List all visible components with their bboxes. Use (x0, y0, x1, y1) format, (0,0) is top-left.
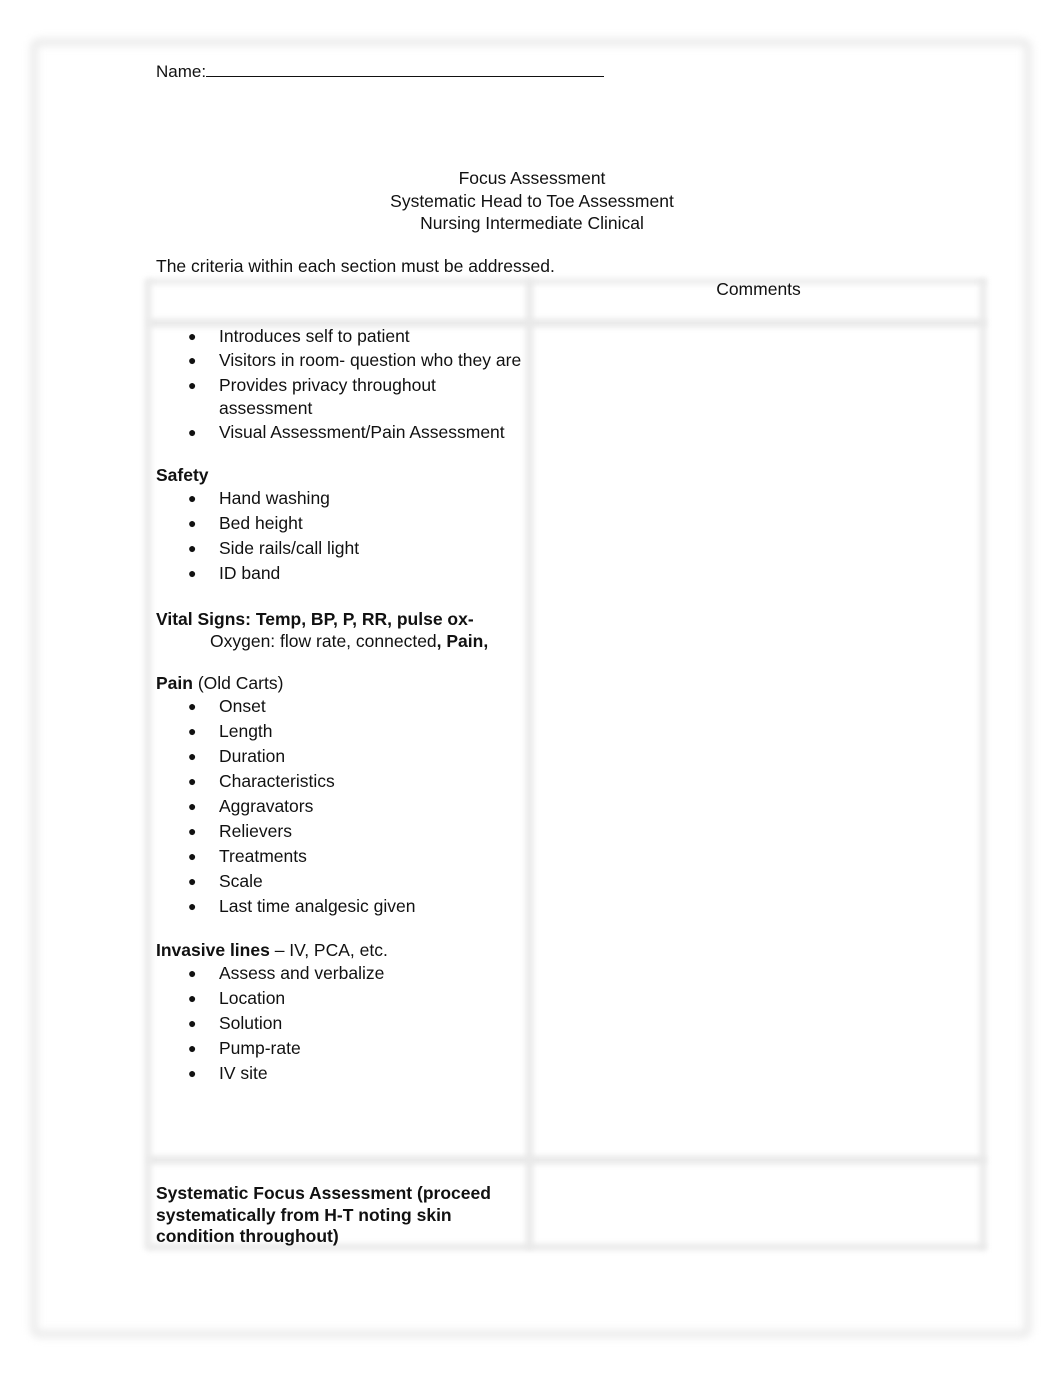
list-item: ● Aggravators (156, 794, 526, 818)
bullet-icon: ● (188, 352, 197, 369)
bullet-icon: ● (188, 328, 197, 344)
vital-signs-oxygen-text: Oxygen: flow rate, connected (210, 630, 437, 651)
list-item: ● Location (156, 986, 526, 1010)
instructions-text: The criteria within each section must be… (156, 256, 555, 276)
systematic-focus-assessment-heading: Systematic Focus Assessment (proceed sys… (156, 1183, 491, 1246)
list-item: ● Duration (156, 744, 526, 768)
document-title: Focus Assessment Systematic Head to Toe … (0, 167, 1062, 235)
comments-cell-row-2[interactable] (536, 1166, 978, 1242)
list-item: ● Visual Assessment/Pain Assessment (156, 421, 526, 445)
title-line-1: Focus Assessment (458, 168, 606, 188)
bullet-icon: ● (188, 697, 197, 714)
list-item: ● Treatments (156, 844, 526, 868)
list-item: ● Length (156, 719, 526, 743)
vital-signs-heading: Vital Signs: Temp, BP, P, RR, pulse ox- (156, 608, 474, 629)
list-item: ● Introduces self to patient (156, 325, 526, 349)
name-label: Name: (156, 62, 207, 81)
list-item: ● IV site (156, 1061, 526, 1085)
list-item: ● Last time analgesic given (156, 894, 526, 918)
bullet-icon: ● (188, 1039, 197, 1056)
document-page: Name: Focus Assessment Systematic Head t… (0, 0, 1062, 1377)
pain-heading: Pain (Old Carts) (156, 672, 526, 694)
list-item: ● Onset (156, 694, 526, 718)
vital-signs-subline: Oxygen: flow rate, connected, Pain, (156, 630, 526, 652)
bullet-icon: ● (188, 797, 197, 814)
bullet-icon: ● (188, 772, 197, 789)
safety-list: ● Hand washing ● Bed height ● Side rails/ca… (156, 486, 526, 585)
pain-heading-label: Pain (156, 672, 193, 693)
comments-column-header: Comments (716, 279, 801, 299)
bullet-icon: ● (188, 897, 197, 914)
bullet-icon: ● (188, 847, 197, 864)
invasive-lines-heading-label: Invasive lines (156, 939, 270, 960)
list-item: ● Assess and verbalize (156, 961, 526, 985)
list-item: ● Hand washing (156, 486, 526, 510)
safety-heading: Safety (156, 464, 209, 485)
pain-list: ● Onset ● Length ● Duration ● Characteristic… (156, 694, 526, 918)
bullet-icon: ● (188, 564, 197, 581)
list-item: ● Pump-rate (156, 1036, 526, 1060)
vital-signs-pain-text: , Pain, (436, 630, 489, 651)
list-item: ● Characteristics (156, 769, 526, 793)
title-line-3: Nursing Intermediate Clinical (420, 213, 644, 233)
list-item: ● Visitors in room- question who they are (156, 349, 526, 373)
bullet-icon: ● (188, 722, 197, 739)
bullet-icon: ● (188, 747, 197, 764)
comments-cell-row-1[interactable] (536, 328, 978, 1154)
list-item: ● ID band (156, 561, 526, 585)
list-item: ● Scale (156, 869, 526, 893)
list-item: ● Solution (156, 1011, 526, 1035)
invasive-lines-heading: Invasive lines – IV, PCA, etc. (156, 939, 526, 961)
name-field[interactable]: Name: (156, 61, 605, 82)
bullet-icon: ● (188, 1064, 197, 1081)
bullet-icon: ● (188, 539, 197, 556)
bullet-icon: ● (188, 424, 197, 441)
table-border-left (145, 279, 151, 1249)
name-blank-line[interactable] (206, 61, 605, 77)
bullet-icon: ● (188, 514, 197, 531)
table-border-right (980, 279, 986, 1249)
invasive-lines-heading-suffix: – IV, PCA, etc. (269, 939, 388, 960)
bullet-icon: ● (188, 964, 197, 981)
bullet-icon: ● (188, 489, 197, 506)
table-row-divider (148, 1156, 986, 1164)
title-line-2: Systematic Head to Toe Assessment (390, 190, 674, 211)
bullet-icon: ● (188, 872, 197, 889)
list-item: ● Bed height (156, 511, 526, 535)
bullet-icon: ● (188, 376, 197, 393)
bullet-icon: ● (188, 989, 197, 1006)
criteria-cell: ● Introduces self to patient ● Visitors in… (156, 325, 526, 1086)
list-item: ● Relievers (156, 819, 526, 843)
bullet-icon: ● (188, 1014, 197, 1031)
intro-criteria-list: ● Introduces self to patient ● Visitors in… (156, 325, 526, 445)
table-column-divider (526, 279, 533, 1249)
list-item: ● Provides privacy throughout assessment (188, 374, 436, 419)
invasive-lines-list: ● Assess and verbalize ● Location ● Solutio… (156, 961, 526, 1085)
list-item: ● Side rails/call light (156, 536, 526, 560)
pain-heading-suffix: (Old Carts) (192, 672, 284, 693)
bullet-icon: ● (188, 822, 197, 839)
